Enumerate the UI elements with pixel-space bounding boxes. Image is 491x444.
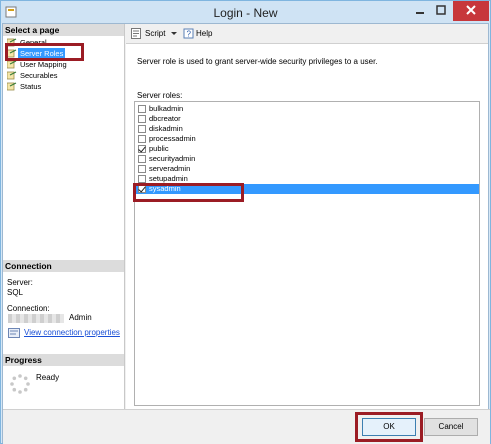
role-name: dbcreator bbox=[149, 114, 181, 123]
role-name: processadmin bbox=[149, 134, 196, 143]
server-value: SQL bbox=[7, 288, 24, 297]
left-pane: Select a page General Server Roles User … bbox=[3, 24, 125, 409]
list-item[interactable]: diskadmin bbox=[135, 124, 479, 134]
right-pane: Script ? Help Server role is used to gra… bbox=[126, 24, 488, 409]
login-new-window: Login - New Select a page General Server… bbox=[0, 0, 491, 444]
maximize-icon bbox=[436, 5, 446, 15]
list-item[interactable]: public bbox=[135, 144, 479, 154]
role-checkbox[interactable] bbox=[138, 145, 146, 153]
title-bar[interactable]: Login - New bbox=[1, 1, 490, 23]
list-item[interactable]: securityadmin bbox=[135, 154, 479, 164]
server-label: Server: bbox=[7, 278, 33, 287]
list-item[interactable]: bulkadmin bbox=[135, 104, 479, 114]
connection-label: Connection: bbox=[7, 304, 50, 313]
role-name: serveradmin bbox=[149, 164, 191, 173]
dialog-client: Select a page General Server Roles User … bbox=[2, 23, 490, 444]
role-name: bulkadmin bbox=[149, 104, 184, 113]
page-icon bbox=[7, 60, 17, 69]
dialog-footer: OK Cancel bbox=[3, 409, 490, 444]
role-checkbox[interactable] bbox=[138, 165, 146, 173]
chevron-down-icon[interactable] bbox=[170, 28, 178, 39]
maximize-button[interactable] bbox=[431, 1, 451, 21]
highlight-sysadmin bbox=[133, 183, 244, 202]
progress-spinner-icon bbox=[10, 374, 30, 394]
role-checkbox[interactable] bbox=[138, 155, 146, 163]
page-icon bbox=[7, 82, 17, 91]
properties-icon bbox=[8, 328, 20, 338]
role-checkbox[interactable] bbox=[138, 135, 146, 143]
progress-header: Progress bbox=[3, 354, 124, 366]
highlight-server-roles bbox=[5, 43, 84, 61]
page-item-status[interactable]: Status bbox=[5, 81, 123, 92]
role-checkbox[interactable] bbox=[138, 175, 146, 183]
view-connection-properties-link[interactable]: View connection properties bbox=[24, 328, 120, 337]
progress-status: Ready bbox=[36, 373, 60, 382]
role-name: securityadmin bbox=[149, 154, 196, 163]
page-item-label: Status bbox=[20, 82, 42, 91]
page-item-securables[interactable]: Securables bbox=[5, 70, 123, 81]
server-roles-label: Server roles: bbox=[137, 91, 183, 100]
help-button[interactable]: Help bbox=[196, 28, 212, 40]
role-checkbox[interactable] bbox=[138, 115, 146, 123]
script-button[interactable]: Script bbox=[145, 28, 165, 40]
page-item-label: Securables bbox=[20, 71, 58, 80]
script-icon bbox=[131, 28, 141, 39]
minimize-icon bbox=[416, 12, 424, 14]
list-item[interactable]: dbcreator bbox=[135, 114, 479, 124]
select-page-header: Select a page bbox=[3, 24, 124, 36]
role-checkbox[interactable] bbox=[138, 125, 146, 133]
minimize-button[interactable] bbox=[410, 1, 430, 21]
svg-text:?: ? bbox=[187, 30, 192, 39]
cancel-button[interactable]: Cancel bbox=[424, 418, 478, 436]
server-roles-list[interactable]: bulkadmin dbcreator diskadmin processadm… bbox=[134, 101, 480, 406]
server-role-description: Server role is used to grant server-wide… bbox=[137, 57, 378, 66]
connection-redacted bbox=[8, 314, 64, 323]
list-item[interactable]: processadmin bbox=[135, 134, 479, 144]
toolbar: Script ? Help bbox=[126, 24, 488, 44]
role-name: diskadmin bbox=[149, 124, 183, 133]
role-checkbox[interactable] bbox=[138, 105, 146, 113]
connection-value: Admin bbox=[69, 313, 92, 322]
connection-header: Connection bbox=[3, 260, 124, 272]
list-item[interactable]: serveradmin bbox=[135, 164, 479, 174]
help-icon: ? bbox=[183, 28, 194, 39]
close-button[interactable] bbox=[453, 1, 489, 21]
highlight-ok bbox=[355, 412, 423, 442]
role-name: public bbox=[149, 144, 169, 153]
page-icon bbox=[7, 71, 17, 80]
close-icon bbox=[466, 5, 476, 15]
